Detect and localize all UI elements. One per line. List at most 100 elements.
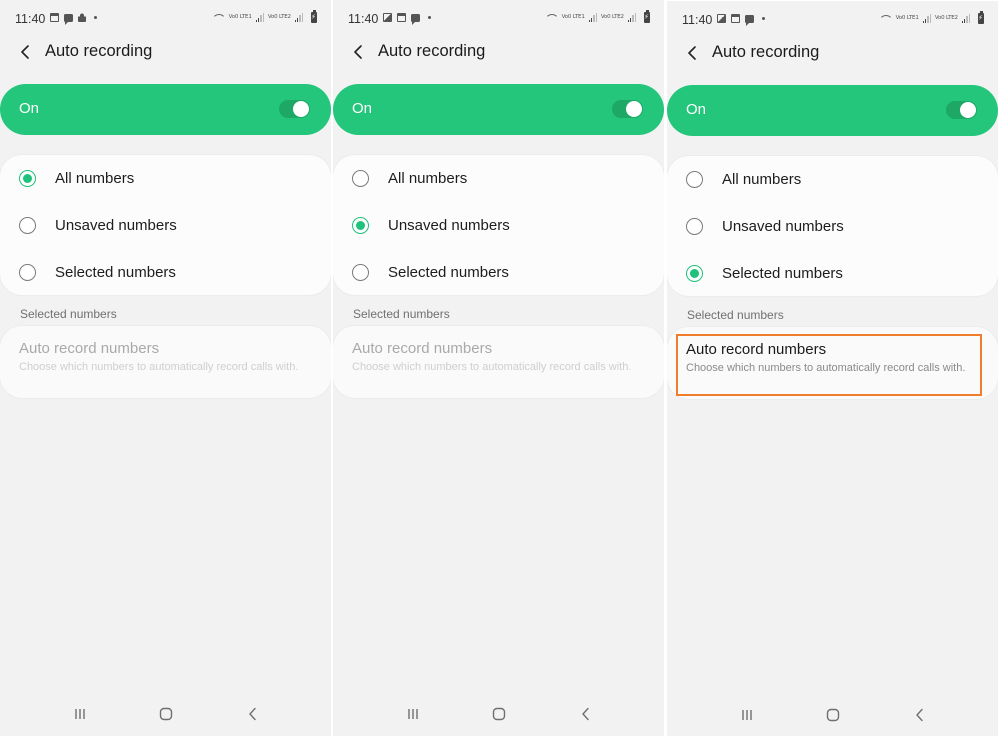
home-button[interactable] bbox=[821, 705, 845, 725]
toggle-switch[interactable] bbox=[612, 100, 643, 118]
system-icons: Vo0 LTE1 Vo0 LTE2 bbox=[211, 10, 317, 23]
option-label: Selected numbers bbox=[55, 264, 176, 281]
recents-button[interactable] bbox=[68, 704, 92, 724]
option-label: Unsaved numbers bbox=[722, 218, 844, 235]
image-icon bbox=[717, 14, 726, 23]
status-bar: 11:40 Vo0 LTE1 Vo0 LTE2 bbox=[0, 9, 331, 29]
signal-icon bbox=[961, 14, 970, 23]
dot-icon bbox=[94, 16, 97, 19]
sim1-label: Vo0 LTE1 bbox=[561, 13, 585, 20]
toggle-switch[interactable] bbox=[946, 101, 977, 119]
item-title: Auto record numbers bbox=[19, 340, 160, 357]
auto-recording-master-switch[interactable]: On bbox=[333, 84, 664, 135]
radio-button[interactable] bbox=[686, 265, 703, 282]
signal-icon bbox=[922, 14, 931, 23]
back-icon bbox=[249, 707, 256, 721]
option-all-numbers[interactable]: All numbers bbox=[667, 156, 998, 203]
recents-button[interactable] bbox=[401, 704, 425, 724]
toggle-knob bbox=[960, 102, 976, 118]
back-nav-button[interactable] bbox=[241, 704, 265, 724]
home-button[interactable] bbox=[154, 704, 178, 724]
auto-record-numbers-item[interactable]: Auto record numbers Choose which numbers… bbox=[667, 327, 998, 399]
home-icon bbox=[492, 707, 506, 721]
app-bar: Auto recording bbox=[0, 38, 331, 66]
signal-icon bbox=[588, 13, 597, 22]
battery-charging-icon bbox=[644, 10, 650, 23]
radio-button[interactable] bbox=[352, 264, 369, 281]
chat-icon bbox=[64, 13, 73, 25]
status-time: 11:40 bbox=[348, 12, 379, 26]
back-nav-button[interactable] bbox=[574, 704, 598, 724]
notification-icons bbox=[383, 13, 431, 25]
page-title: Auto recording bbox=[45, 42, 153, 60]
option-label: All numbers bbox=[722, 171, 802, 188]
radio-button[interactable] bbox=[686, 218, 703, 235]
auto-record-numbers-item[interactable]: Auto record numbers Choose which numbers… bbox=[0, 326, 331, 398]
item-title: Auto record numbers bbox=[686, 341, 827, 358]
status-time: 11:40 bbox=[682, 13, 713, 27]
radio-button[interactable] bbox=[352, 170, 369, 187]
radio-button[interactable] bbox=[352, 217, 369, 234]
radio-button[interactable] bbox=[686, 171, 703, 188]
sim2-label: Vo0 LTE2 bbox=[600, 13, 624, 20]
dot-icon bbox=[762, 17, 765, 20]
recents-button[interactable] bbox=[735, 705, 759, 725]
image-icon bbox=[383, 13, 392, 22]
master-switch-label: On bbox=[352, 100, 373, 117]
sim2-label: Vo0 LTE2 bbox=[267, 13, 291, 20]
navigation-bar bbox=[333, 692, 664, 736]
auto-record-numbers-item[interactable]: Auto record numbers Choose which numbers… bbox=[333, 326, 664, 398]
radio-button[interactable] bbox=[19, 217, 36, 234]
home-button[interactable] bbox=[487, 704, 511, 724]
section-header: Selected numbers bbox=[20, 307, 117, 321]
option-selected-numbers[interactable]: Selected numbers bbox=[667, 250, 998, 297]
item-title: Auto record numbers bbox=[352, 340, 493, 357]
home-icon bbox=[159, 707, 173, 721]
option-label: Unsaved numbers bbox=[55, 217, 177, 234]
sim1-label: Vo0 LTE1 bbox=[228, 13, 252, 20]
section-header: Selected numbers bbox=[353, 307, 450, 321]
radio-button[interactable] bbox=[19, 170, 36, 187]
system-icons: Vo0 LTE1 Vo0 LTE2 bbox=[878, 11, 984, 24]
option-unsaved-numbers[interactable]: Unsaved numbers bbox=[667, 203, 998, 250]
option-selected-numbers[interactable]: Selected numbers bbox=[333, 249, 664, 296]
recents-icon bbox=[408, 709, 418, 719]
option-unsaved-numbers[interactable]: Unsaved numbers bbox=[333, 202, 664, 249]
chat-icon bbox=[745, 14, 754, 26]
option-unsaved-numbers[interactable]: Unsaved numbers bbox=[0, 202, 331, 249]
chevron-left-icon bbox=[354, 45, 362, 59]
back-icon bbox=[916, 708, 923, 722]
signal-icon bbox=[255, 13, 264, 22]
item-subtitle: Choose which numbers to automatically re… bbox=[352, 361, 632, 373]
radio-button[interactable] bbox=[19, 264, 36, 281]
signal-icon bbox=[294, 13, 303, 22]
toggle-knob bbox=[626, 101, 642, 117]
toggle-knob bbox=[293, 101, 309, 117]
calendar-icon bbox=[397, 13, 406, 22]
option-selected-numbers[interactable]: Selected numbers bbox=[0, 249, 331, 296]
back-button[interactable] bbox=[683, 42, 703, 64]
back-button[interactable] bbox=[16, 41, 36, 63]
back-button[interactable] bbox=[349, 41, 369, 63]
app-bar: Auto recording bbox=[333, 38, 664, 66]
chevron-left-icon bbox=[21, 45, 29, 59]
status-bar: 11:40 Vo0 LTE1 Vo0 LTE2 bbox=[333, 9, 664, 29]
recents-icon bbox=[75, 709, 85, 719]
wifi-icon bbox=[878, 14, 893, 24]
option-all-numbers[interactable]: All numbers bbox=[0, 155, 331, 202]
chevron-left-icon bbox=[688, 46, 696, 60]
master-switch-label: On bbox=[19, 100, 40, 117]
toggle-switch[interactable] bbox=[279, 100, 310, 118]
phone-screen: 11:40 Vo0 LTE1 Vo0 LTE2 Auto recording O… bbox=[667, 1, 998, 736]
back-nav-button[interactable] bbox=[908, 705, 932, 725]
navigation-bar bbox=[0, 692, 331, 736]
record-mode-options: All numbers Unsaved numbers Selected num… bbox=[0, 155, 331, 295]
recents-icon bbox=[742, 710, 752, 720]
option-label: Selected numbers bbox=[388, 264, 509, 281]
auto-recording-master-switch[interactable]: On bbox=[0, 84, 331, 135]
page-title: Auto recording bbox=[378, 42, 486, 60]
status-time: 11:40 bbox=[15, 12, 46, 26]
auto-recording-master-switch[interactable]: On bbox=[667, 85, 998, 136]
option-all-numbers[interactable]: All numbers bbox=[333, 155, 664, 202]
home-icon bbox=[826, 708, 840, 722]
